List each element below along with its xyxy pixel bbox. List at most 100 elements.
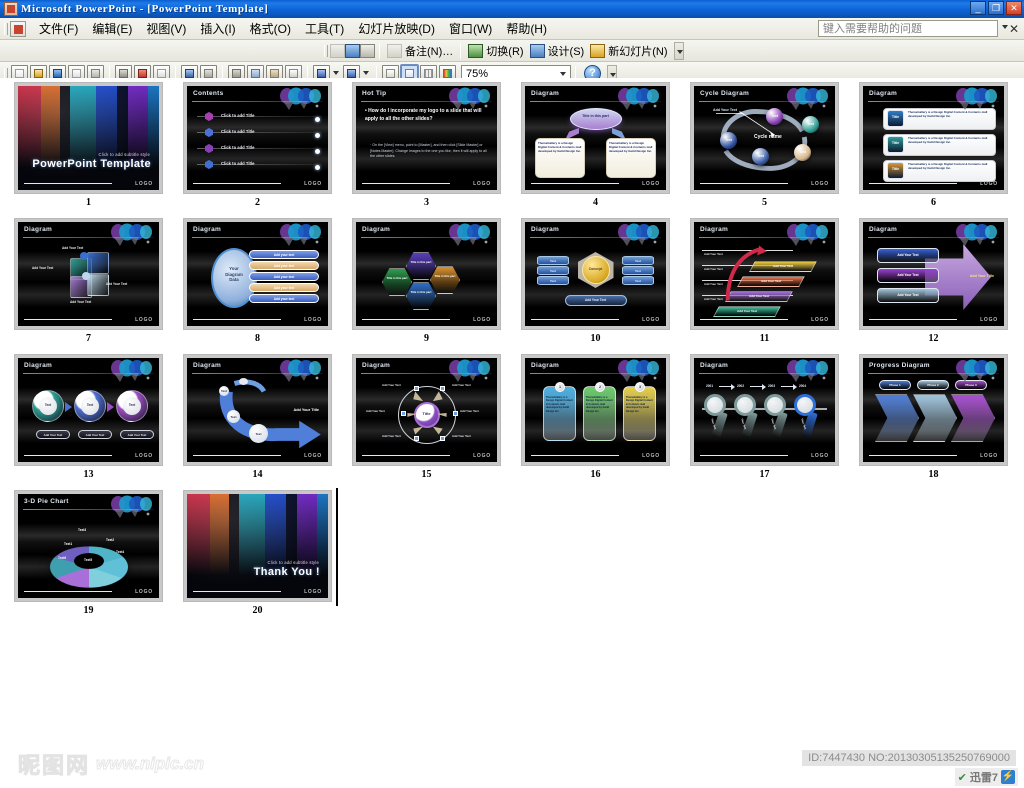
slide-logo: LOGO (980, 181, 998, 187)
slide-thumbnail-17[interactable]: Diagram LOGO 2001 2002 2003 2004 Your Text Your… (690, 354, 859, 490)
slide-frame[interactable]: Cycle Diagram LOGO Text Text Text Text Text Add… (690, 82, 839, 194)
image-id-watermark: ID:7447430 NO:20130305135250769000 (802, 750, 1016, 766)
slide-thumbnail-3[interactable]: Hot Tip LOGO • How do I incorporate my log… (352, 82, 521, 218)
menu-item-tools[interactable]: 工具(T) (298, 18, 351, 39)
slide-thumbnail-2[interactable]: Contents LOGO Click to add Title Click to a… (183, 82, 352, 218)
slide-thumbnail-19[interactable]: 3-D Pie Chart LOGO Text1 Text2 Text3 Text4 Tex… (14, 490, 183, 626)
ask-a-question-input[interactable]: 键入需要帮助的问题 (818, 20, 998, 37)
cycle-node-label: Text (799, 150, 806, 154)
slide-thumbnail-20[interactable]: Click to add subtitle style Thank You ! LO… (183, 488, 352, 626)
slide-thumbnail-1[interactable]: Click to add subtitle style PowerPoint Te… (14, 82, 183, 218)
menu-item-view[interactable]: 视图(V) (139, 18, 193, 39)
card-number: 3 (639, 384, 641, 389)
slide-canvas: Diagram LOGO Text Add Your Text Text Add Your… (18, 358, 159, 462)
menu-item-insert[interactable]: 插入(I) (193, 18, 242, 39)
slide-thumbnail-13[interactable]: Diagram LOGO Text Add Your Text Text Add Your… (14, 354, 183, 490)
slide-number-label: 14 (252, 469, 263, 480)
row-tag-label: Title (891, 141, 900, 145)
slide-frame[interactable]: Diagram LOGO Text Text Text Add Your Title (183, 354, 332, 466)
rehearse-timings-icon[interactable] (345, 43, 360, 58)
slide-thumbnail-18[interactable]: Progress Diagram LOGO Phase 1 Phase 2 Phase … (859, 354, 1024, 490)
slide-frame[interactable]: Diagram LOGO Title Add Your Text Add Your Te… (352, 354, 501, 466)
globe-decoration-icon (280, 359, 321, 382)
notes-button[interactable]: 备注(N)… (384, 42, 456, 60)
slide-thumbnail-16[interactable]: Diagram LOGO 1 ThemeGallery is a Design Dig… (521, 354, 690, 490)
slide-thumbnail-8[interactable]: Diagram LOGO Your Diagram Data Add your text A… (183, 218, 352, 354)
slide-thumbnail-15[interactable]: Diagram LOGO Title Add Your Text Add Your Te… (352, 354, 521, 490)
minimize-button[interactable]: _ (970, 1, 986, 15)
chevron-down-icon[interactable] (560, 71, 566, 76)
slide-frame[interactable]: Contents LOGO Click to add Title Click to a… (183, 82, 332, 194)
slide-frame[interactable]: Hot Tip LOGO • How do I incorporate my log… (352, 82, 501, 194)
slide-frame[interactable]: Diagram LOGO Title in this part ThemeGaller… (521, 82, 670, 194)
slide-thumbnail-5[interactable]: Cycle Diagram LOGO Text Text Text Text Text Add… (690, 82, 859, 218)
menu-item-file[interactable]: 文件(F) (32, 18, 85, 39)
slide-title: 3-D Pie Chart (24, 498, 69, 505)
menu-item-slideshow[interactable]: 幻灯片放映(D) (351, 18, 442, 39)
slide-thumbnail-4[interactable]: Diagram LOGO Title in this part ThemeGaller… (521, 82, 690, 218)
menu-item-window[interactable]: 窗口(W) (442, 18, 499, 39)
slide-frame[interactable]: Diagram LOGO 1 ThemeGallery is a Design Dig… (521, 354, 670, 466)
phase-pill-label: Phase 3 (965, 382, 977, 387)
slide-title: Diagram (700, 226, 729, 233)
toolbar2-grip-handle[interactable] (322, 43, 328, 59)
slide-footer-bar (700, 182, 788, 184)
summary-slide-icon[interactable] (360, 43, 375, 58)
close-document-button[interactable]: ✕ (1009, 22, 1019, 36)
slide-canvas: Click to add subtitle style Thank You ! LO… (187, 494, 328, 598)
info-box-text: ThemeGallery is a Design Digital Content… (609, 141, 653, 153)
slide-frame[interactable]: Click to add subtitle style PowerPoint Te… (14, 82, 163, 194)
powerpoint-window: Microsoft PowerPoint - [PowerPoint Templ… (0, 0, 1024, 788)
chevron-down-icon[interactable] (1002, 25, 1008, 29)
slide-frame[interactable]: Diagram LOGO Title in this part Title in th… (352, 218, 501, 330)
slide-thumbnail-14[interactable]: Diagram LOGO Text Text Text Add Your Title 14 (183, 354, 352, 490)
pie-segment-label: Text4 (116, 550, 125, 554)
slide-frame[interactable]: Diagram LOGO Text Add Your Text Text Add Your… (14, 354, 163, 466)
slide-thumbnail-11[interactable]: Diagram LOGO Add Your Text Add Your Text Add… (690, 218, 859, 354)
slide-thumbnail-7[interactable]: Diagram LOGO Add Your Text Add Your Text Add… (14, 218, 183, 354)
nipic-watermark-cn: 昵图网 (17, 754, 91, 780)
slide-title-rule (192, 237, 323, 238)
slide-frame[interactable]: Diagram LOGO Add Your Text Add Your Text Add… (14, 218, 163, 330)
globe-decoration-icon (956, 87, 997, 110)
design-icon (529, 43, 545, 58)
cycle-callout-label: Add Your Text (713, 108, 737, 112)
slide-frame[interactable]: Diagram LOGO Title ThemeGallery is a Design… (859, 82, 1008, 194)
menu-item-format[interactable]: 格式(O) (243, 18, 298, 39)
slide-sorter-toolbar: 备注(N)… 切换(R) 设计(S) 新幻灯片(N) (0, 40, 1024, 62)
pie-segment-label: Text3 (78, 528, 87, 532)
slide-thumbnail-6[interactable]: Diagram LOGO Title ThemeGallery is a Design… (859, 82, 1024, 218)
design-button[interactable]: 设计(S) (527, 42, 588, 60)
cylinder-label: Text (550, 268, 556, 273)
slide-thumbnail-9[interactable]: Diagram LOGO Title in this part Title in th… (352, 218, 521, 354)
globe-decoration-icon (280, 87, 321, 110)
slide-logo: LOGO (135, 453, 153, 459)
slide-frame[interactable]: Diagram LOGO Your Diagram Data Add your text A… (183, 218, 332, 330)
toolbar-overflow-button[interactable] (673, 41, 684, 60)
slide-frame[interactable]: Progress Diagram LOGO Phase 1 Phase 2 Phase … (859, 354, 1008, 466)
slide-footer-bar (193, 318, 281, 320)
close-window-button[interactable]: ✕ (1006, 1, 1022, 15)
slide-thumbnail-12[interactable]: Diagram LOGO Add Your Text Add Your Text Add… (859, 218, 1024, 354)
slide-frame[interactable]: Diagram LOGO Text Text Text Text Text Text Conce… (521, 218, 670, 330)
document-control-icon[interactable] (10, 20, 26, 37)
slide-frame[interactable]: 3-D Pie Chart LOGO Text1 Text2 Text3 Text4 Tex… (14, 490, 163, 602)
ring-caption: Add Your Text (127, 432, 147, 437)
slide-frame[interactable]: Diagram LOGO Add Your Text Add Your Text Add… (690, 218, 839, 330)
slide-thumbnail-10[interactable]: Diagram LOGO Text Text Text Text Text Text Conce… (521, 218, 690, 354)
menu-item-edit[interactable]: 编辑(E) (85, 18, 139, 39)
globe-decoration-icon (111, 359, 152, 382)
transition-button[interactable]: 切换(R) (465, 42, 526, 60)
row-body-text: ThemeGallery is a Design Digital Content… (908, 110, 988, 118)
hide-slide-icon[interactable] (330, 43, 345, 58)
slide-sorter-pane[interactable]: Click to add subtitle style PowerPoint Te… (0, 78, 1024, 788)
slide-frame[interactable]: Click to add subtitle style Thank You ! LO… (183, 488, 338, 606)
menu-grip-handle[interactable] (2, 21, 8, 37)
restore-button[interactable]: ❐ (988, 1, 1004, 15)
new-slide-button[interactable]: 新幻灯片(N) (587, 42, 670, 60)
menu-item-help[interactable]: 帮助(H) (499, 18, 554, 39)
slide-frame[interactable]: Diagram LOGO 2001 2002 2003 2004 Your Text Your… (690, 354, 839, 466)
slide-title-rule (530, 373, 661, 374)
cylinder-label: Text (550, 278, 556, 283)
slide-frame[interactable]: Diagram LOGO Add Your Text Add Your Text Add… (859, 218, 1008, 330)
